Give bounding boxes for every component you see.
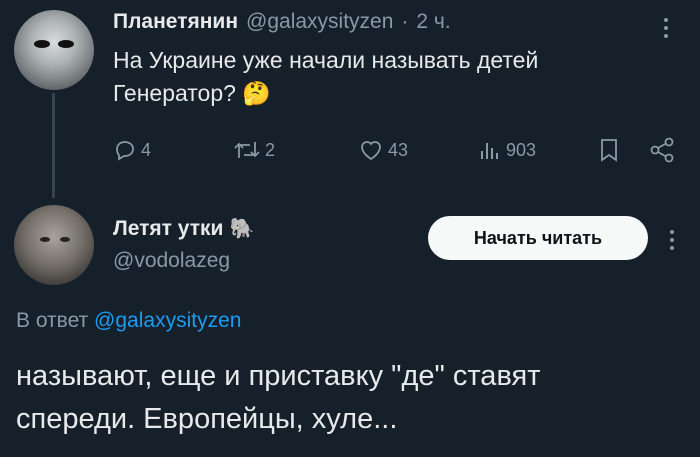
heart-icon [361, 141, 381, 161]
like-count: 43 [388, 139, 409, 160]
bookmark-button[interactable] [598, 137, 620, 168]
user-handle[interactable]: @vodolazeg [113, 249, 230, 273]
tweet-header: Планетянин @galaxysityzen · 2 ч. [113, 10, 451, 34]
thinking-emoji: 🤔 [242, 80, 271, 106]
avatar[interactable] [14, 10, 94, 90]
avatar-eye [40, 237, 50, 242]
views-chart-icon [481, 143, 498, 159]
tweet-text: называют, еще и приставку "де" ставят сп… [16, 355, 686, 441]
share-button[interactable] [648, 137, 676, 168]
tweet-text-line: спереди. Европейцы, хуле... [16, 403, 398, 435]
tweet-text: На Украине уже начали называть детей Ген… [113, 44, 673, 110]
bookmark-icon [601, 139, 617, 162]
avatar-eye [58, 40, 74, 48]
share-icon [650, 137, 674, 163]
retweet-button[interactable]: 2 [233, 138, 275, 162]
retweet-icon [234, 142, 260, 158]
elephant-emoji: 🐘 [229, 218, 255, 240]
reply-to-link[interactable]: @galaxysityzen [94, 309, 241, 332]
avatar-eye [34, 40, 50, 48]
views-button[interactable]: 903 [478, 138, 536, 162]
tweet-header: Летят утки 🐘 [113, 216, 254, 241]
display-name[interactable]: Планетянин [113, 10, 238, 34]
tweet-text-line: На Украине уже начали называть детей [113, 47, 539, 73]
views-count: 903 [506, 139, 537, 160]
timestamp[interactable]: 2 ч. [416, 10, 450, 34]
separator-dot: · [401, 10, 409, 33]
display-name[interactable]: Летят утки [113, 217, 223, 241]
reply-context: В ответ @galaxysityzen [16, 309, 241, 333]
reply-icon [116, 141, 134, 161]
tweet-text-line: Генератор? [113, 80, 236, 106]
retweet-count: 2 [265, 139, 276, 160]
user-handle[interactable]: @galaxysityzen [246, 10, 393, 34]
like-button[interactable]: 43 [358, 138, 408, 162]
reply-count: 4 [141, 139, 152, 160]
thread-connector-line [52, 93, 55, 198]
tweet-text-line: называют, еще и приставку "де" ставят [16, 360, 541, 392]
more-options-icon[interactable] [670, 226, 674, 254]
follow-button[interactable]: Начать читать [428, 216, 648, 260]
reply-prefix: В ответ [16, 309, 89, 332]
avatar[interactable] [14, 205, 94, 285]
more-options-icon[interactable] [664, 14, 668, 42]
reply-button[interactable]: 4 [113, 138, 151, 162]
avatar-eye [60, 237, 70, 242]
